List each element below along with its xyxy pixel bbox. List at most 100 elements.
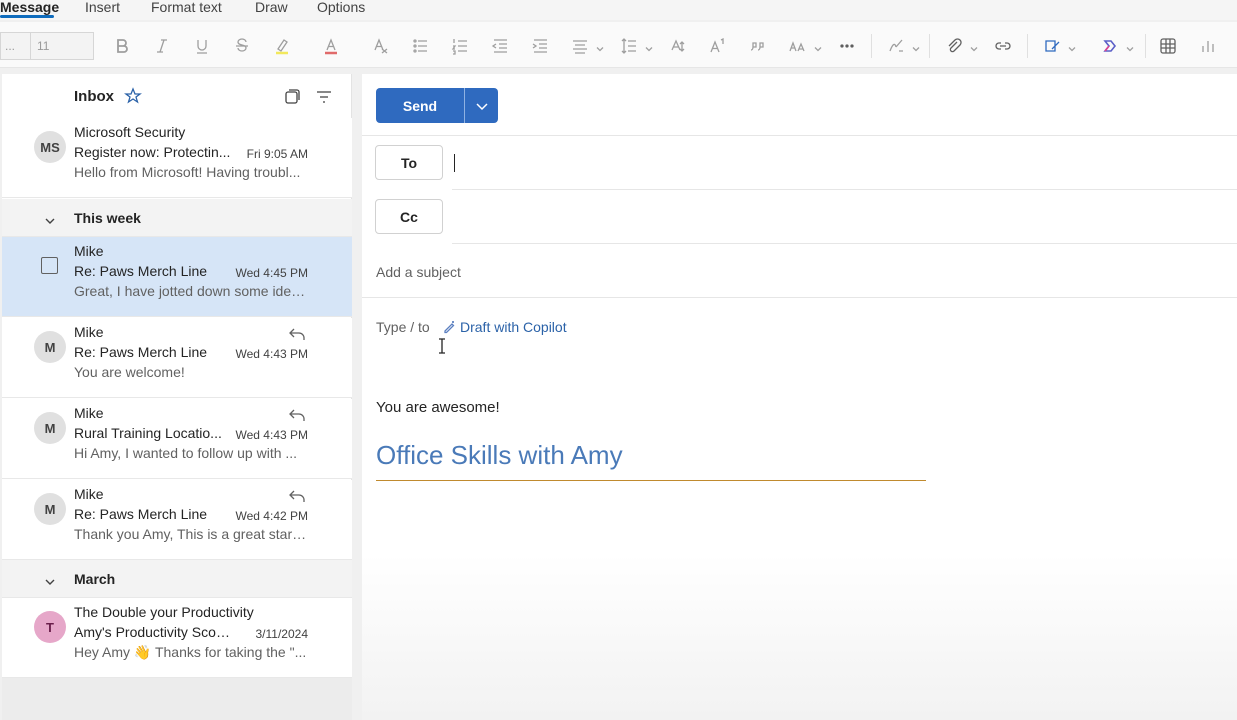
bold-icon[interactable] [111, 36, 133, 56]
font-color-icon[interactable] [320, 36, 342, 56]
compose-pane: Send To Cc Type / to Draft with Copilot … [362, 74, 1237, 720]
tab-message[interactable]: Message [0, 0, 59, 15]
message-time: Wed 4:45 PM [235, 266, 308, 280]
insights-icon[interactable] [1197, 36, 1219, 56]
styles-dropdown-chevron-icon[interactable] [814, 40, 822, 52]
folder-title: Inbox [74, 88, 114, 105]
message-time: Wed 4:43 PM [235, 428, 308, 442]
apps-icon[interactable] [1157, 36, 1179, 56]
more-options-icon[interactable] [836, 36, 858, 56]
tab-draw[interactable]: Draw [255, 0, 288, 15]
send-options-button[interactable] [464, 88, 498, 123]
subject-field[interactable] [376, 260, 1216, 284]
align-dropdown-chevron-icon[interactable] [596, 40, 604, 52]
editor-icon[interactable] [885, 36, 907, 56]
message-sender: Mike [74, 243, 104, 259]
favorite-star-icon[interactable] [124, 87, 142, 105]
replied-icon [288, 407, 306, 423]
email-signature: Office Skills with Amy [376, 440, 623, 470]
message-item[interactable]: M Mike Rural Training Locatio... Wed 4:4… [2, 399, 352, 479]
ribbon-tabs: Message Insert Format text Draw Options [0, 0, 1237, 20]
formatting-toolbar: ... 11 [0, 22, 1237, 68]
compose-background [362, 554, 1237, 720]
message-item[interactable]: T The Double your Productivity Amy's Pro… [2, 598, 352, 678]
message-subject: Re: Paws Merch Line [74, 506, 208, 522]
message-sender: The Double your Productivity [74, 604, 254, 620]
line-spacing-icon[interactable] [618, 36, 640, 56]
editor-dropdown-chevron-icon[interactable] [912, 40, 920, 52]
superscript-icon[interactable] [707, 36, 729, 56]
highlight-icon[interactable] [271, 36, 293, 56]
italic-icon[interactable] [151, 36, 173, 56]
group-label: This week [74, 210, 141, 226]
message-subject: Amy's Productivity Score... [74, 624, 234, 640]
replied-icon [288, 326, 306, 342]
filter-icon[interactable] [315, 88, 333, 106]
message-subject: Register now: Protectin... [74, 144, 231, 160]
copilot-icon[interactable] [1099, 36, 1121, 56]
message-list-pane: Inbox MS Microsoft Security Register now… [2, 74, 352, 720]
toolbar-divider [1145, 34, 1146, 58]
message-sender: Microsoft Security [74, 124, 186, 140]
copilot-dropdown-chevron-icon[interactable] [1126, 40, 1134, 52]
tab-insert[interactable]: Insert [85, 0, 120, 15]
paragraph-spacing-icon[interactable] [667, 36, 689, 56]
chevron-down-icon [475, 102, 488, 110]
numbering-icon[interactable] [449, 36, 471, 56]
message-time: Fri 9:05 AM [246, 147, 308, 161]
divider [362, 135, 1237, 136]
avatar: M [34, 412, 66, 444]
message-preview: You are welcome! [74, 364, 185, 380]
avatar: T [34, 611, 66, 643]
divider [452, 243, 1237, 244]
cc-button[interactable]: Cc [375, 199, 443, 234]
draft-with-copilot-link[interactable]: Draft with Copilot [442, 319, 567, 335]
attach-file-icon[interactable] [943, 36, 965, 56]
send-button[interactable]: Send [376, 88, 464, 123]
select-mode-icon[interactable] [283, 88, 301, 106]
tab-options[interactable]: Options [317, 0, 365, 15]
align-icon[interactable] [569, 36, 591, 56]
message-item[interactable]: M Mike Re: Paws Merch Line Wed 4:42 PM T… [2, 480, 352, 560]
chevron-down-icon[interactable] [44, 213, 56, 224]
tab-format-text[interactable]: Format text [151, 0, 222, 15]
message-item[interactable]: MS Microsoft Security Register now: Prot… [2, 118, 352, 198]
group-header-this-week[interactable]: This week [2, 199, 352, 237]
spacing-dropdown-chevron-icon[interactable] [645, 40, 653, 52]
group-label: March [74, 571, 116, 587]
strikethrough-icon[interactable] [231, 36, 253, 56]
bullets-icon[interactable] [409, 36, 431, 56]
message-body-text[interactable]: You are awesome! [376, 399, 500, 416]
toolbar-divider [1027, 34, 1028, 58]
underline-icon[interactable] [191, 36, 213, 56]
message-preview: Hi Amy, I wanted to follow up with ... [74, 445, 298, 461]
message-item-selected[interactable]: Mike Re: Paws Merch Line Wed 4:45 PM Gre… [2, 237, 352, 317]
message-preview: Thank you Amy, This is a great starti... [74, 526, 310, 542]
message-subject: Re: Paws Merch Line [74, 344, 208, 360]
pen-sparkle-icon [444, 321, 455, 334]
decrease-indent-icon[interactable] [489, 36, 511, 56]
list-empty-area [2, 678, 352, 720]
attach-dropdown-chevron-icon[interactable] [970, 40, 978, 52]
link-icon[interactable] [992, 36, 1014, 56]
group-header-march[interactable]: March [2, 560, 352, 598]
to-field[interactable] [452, 146, 1212, 178]
quote-icon[interactable] [747, 36, 769, 56]
chevron-down-icon[interactable] [44, 574, 56, 585]
font-name-box[interactable]: ... [0, 32, 30, 60]
styles-icon[interactable] [787, 36, 809, 56]
clear-format-icon[interactable] [369, 36, 391, 56]
message-subject: Re: Paws Merch Line [74, 263, 208, 279]
avatar: M [34, 331, 66, 363]
increase-indent-icon[interactable] [529, 36, 551, 56]
to-button[interactable]: To [375, 145, 443, 180]
signature-dropdown-chevron-icon[interactable] [1068, 40, 1076, 52]
message-list-header: Inbox [2, 74, 352, 118]
font-size-box[interactable]: 11 [30, 32, 94, 60]
message-item[interactable]: M Mike Re: Paws Merch Line Wed 4:43 PM Y… [2, 318, 352, 398]
message-sender: Mike [74, 324, 104, 340]
message-preview: Great, I have jotted down some idea... [74, 283, 310, 299]
message-checkbox[interactable] [41, 257, 58, 274]
divider [362, 297, 1237, 298]
signature-icon[interactable] [1042, 36, 1064, 56]
